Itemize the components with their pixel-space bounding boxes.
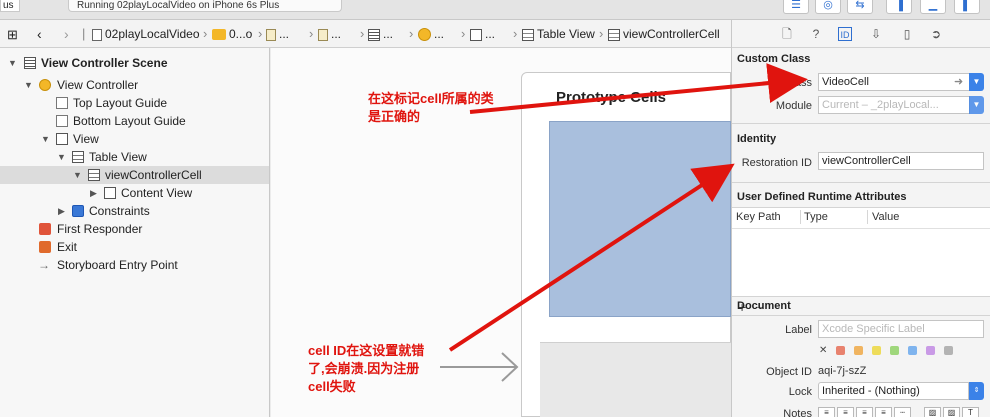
- annotation-arrow-class: [469, 63, 808, 114]
- annotation-arrows: [448, 63, 808, 352]
- annotation-arrow-id: [448, 163, 735, 352]
- annotation-note-id: cell ID在这设置就错 了,会崩溃.因为注册 cell失败: [308, 343, 425, 394]
- annotation-note-class: 在这标记cell所属的类 是正确的: [368, 91, 494, 124]
